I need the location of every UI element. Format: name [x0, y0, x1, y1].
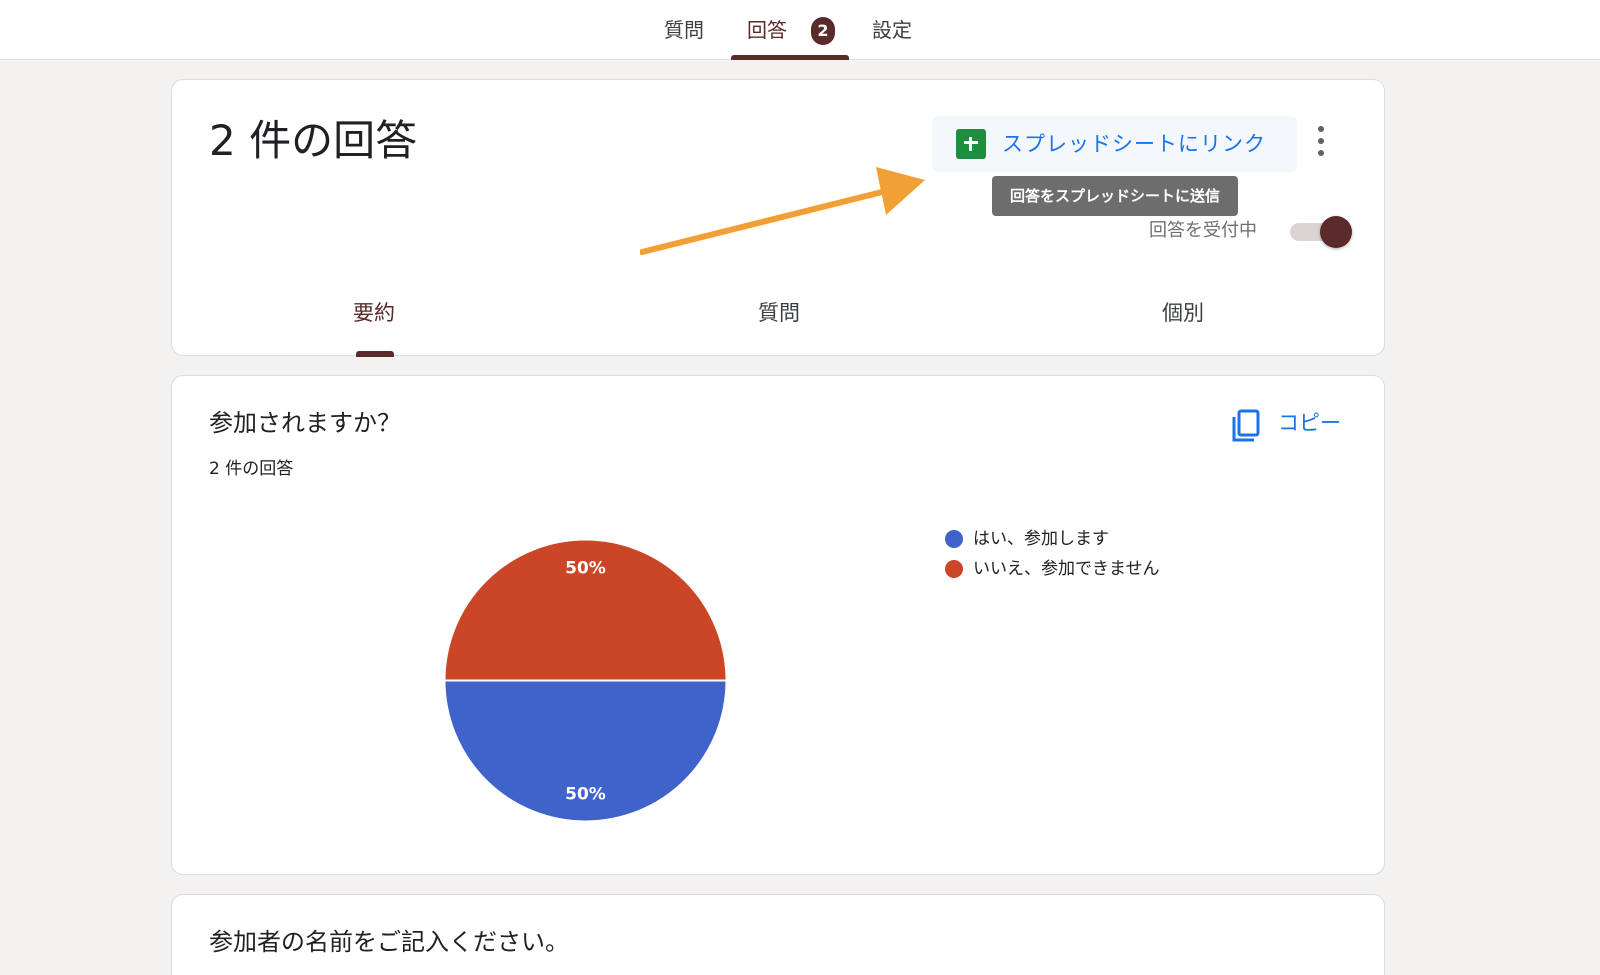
tab-responses[interactable]: 回答	[747, 16, 787, 44]
pie-label-1: 50%	[565, 784, 606, 804]
arrow-annotation	[640, 167, 925, 255]
responses-title: 2 件の回答	[209, 116, 418, 165]
subtab-question[interactable]: 質問	[758, 298, 800, 328]
sheets-tooltip: 回答をスプレッドシートに送信	[992, 176, 1238, 216]
legend-item-no: いいえ、参加できません	[945, 554, 1160, 584]
copy-chart-button[interactable]: コピー	[1230, 402, 1358, 446]
toggle-knob	[1320, 216, 1352, 248]
link-to-sheets-label: スプレッドシートにリンク	[1002, 132, 1266, 156]
tab-questions[interactable]: 質問	[664, 16, 704, 44]
question-summary-card: 参加されますか？ 2 件の回答 コピー 50% 50% はい、参加します いいえ、…	[171, 375, 1385, 875]
pie-label-0: 50%	[565, 559, 606, 579]
top-nav: 質問 回答 2 設定	[0, 0, 1600, 60]
legend-dot-yes	[945, 530, 963, 548]
legend-item-yes: はい、参加します	[945, 524, 1160, 554]
chart-legend: はい、参加します いいえ、参加できません	[945, 524, 1160, 584]
legend-label-no: いいえ、参加できません	[973, 559, 1160, 579]
accepting-responses-label: 回答を受付中	[1149, 220, 1257, 241]
subtab-summary[interactable]: 要約	[353, 298, 395, 328]
legend-label-yes: はい、参加します	[973, 529, 1109, 549]
question-response-count: 2 件の回答	[209, 459, 294, 479]
response-pie-chart: 50% 50%	[443, 538, 728, 823]
active-subtab-indicator	[356, 351, 394, 357]
link-to-sheets-button[interactable]: スプレッドシートにリンク	[932, 116, 1297, 172]
active-tab-indicator	[731, 55, 849, 60]
copy-icon	[1232, 409, 1260, 442]
question-title: 参加されますか？	[209, 409, 401, 437]
copy-label: コピー	[1278, 411, 1341, 435]
subtab-individual[interactable]: 個別	[1162, 298, 1204, 328]
tab-settings[interactable]: 設定	[872, 16, 912, 44]
sheets-icon	[956, 129, 986, 159]
accepting-responses-toggle[interactable]	[1290, 214, 1352, 248]
legend-dot-no	[945, 560, 963, 578]
next-question-title: 参加者の名前をご記入ください。	[209, 928, 569, 956]
next-question-card: 参加者の名前をご記入ください。	[171, 894, 1385, 975]
responses-count-badge: 2	[811, 17, 835, 45]
more-vert-icon[interactable]	[1315, 126, 1327, 158]
